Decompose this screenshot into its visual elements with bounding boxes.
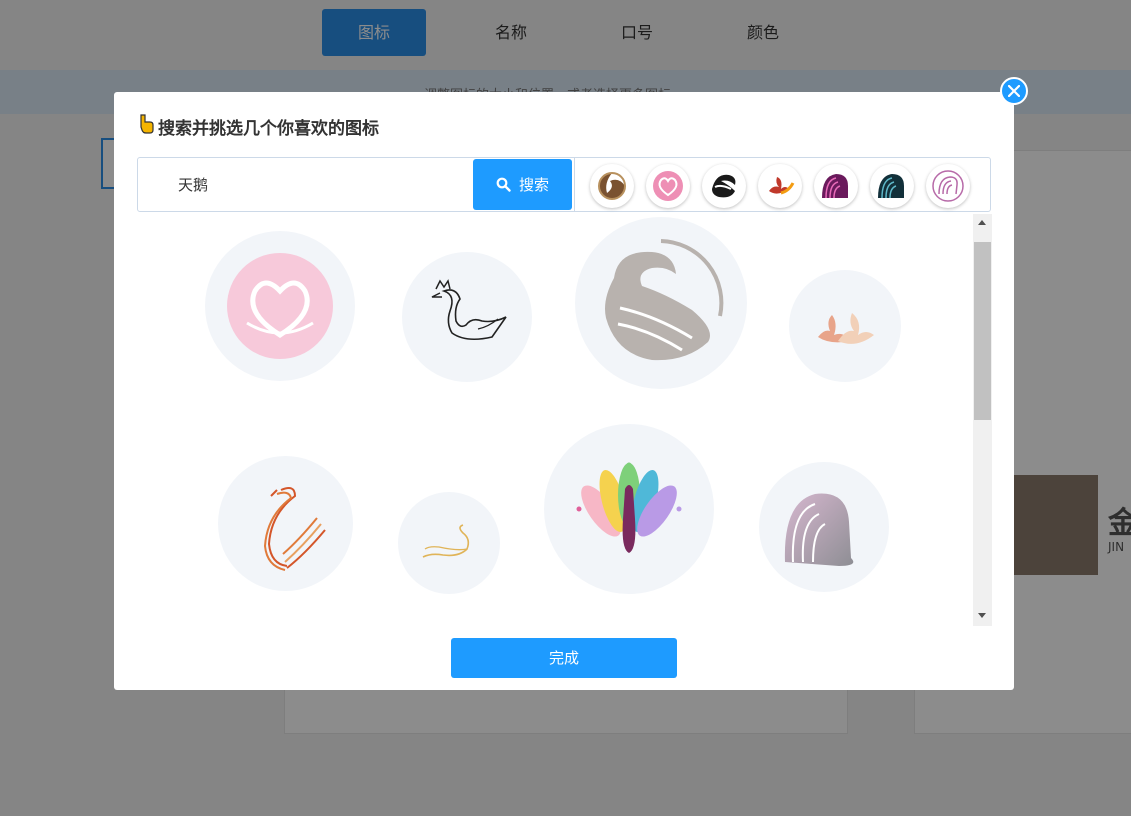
swan-brown-icon[interactable] <box>590 164 634 208</box>
swan-gold-line-icon <box>422 524 470 558</box>
swan-red-orange-icon[interactable] <box>758 164 802 208</box>
search-button-label: 搜索 <box>518 176 549 194</box>
result-item[interactable] <box>402 252 532 382</box>
swan-line-pink-icon[interactable] <box>926 164 970 208</box>
search-results <box>137 214 973 626</box>
swan-dark-teal-icon[interactable] <box>870 164 914 208</box>
result-item[interactable] <box>575 217 747 389</box>
swan-outline-crown-icon <box>431 279 507 341</box>
swan-gradient-gray-icon <box>784 493 854 566</box>
search-icon <box>496 177 511 192</box>
scroll-up-arrow-icon[interactable] <box>978 220 986 225</box>
result-item[interactable] <box>398 492 500 594</box>
close-icon[interactable] <box>1000 77 1028 105</box>
swan-pink-heart-icon <box>227 253 333 359</box>
swan-orange-lines-icon <box>263 486 326 571</box>
swan-black-icon[interactable] <box>702 164 746 208</box>
search-input[interactable] <box>138 158 473 211</box>
selected-icons <box>590 164 970 208</box>
divider <box>574 158 575 211</box>
icon-search-modal: 搜索并挑选几个你喜欢的图标 搜索 <box>114 92 1014 690</box>
modal-title-text: 搜索并挑选几个你喜欢的图标 <box>158 119 379 139</box>
result-item[interactable] <box>205 231 355 381</box>
pointing-hand-icon <box>138 114 154 139</box>
peacock-color-icon <box>576 462 682 553</box>
result-item[interactable] <box>759 462 889 592</box>
swan-peach-pair-icon <box>818 313 874 344</box>
swan-pink-heart-icon[interactable] <box>646 164 690 208</box>
result-item[interactable] <box>218 456 353 591</box>
done-button[interactable]: 完成 <box>451 638 677 678</box>
result-item[interactable] <box>544 424 714 594</box>
search-button[interactable]: 搜索 <box>473 159 572 210</box>
swan-gray-circle-icon <box>605 239 724 361</box>
search-bar: 搜索 <box>137 157 991 212</box>
scroll-down-arrow-icon[interactable] <box>978 613 986 618</box>
result-item[interactable] <box>789 270 901 382</box>
modal-title: 搜索并挑选几个你喜欢的图标 <box>138 114 379 139</box>
swan-purple-icon[interactable] <box>814 164 858 208</box>
results-scrollbar[interactable] <box>973 214 992 626</box>
scroll-thumb[interactable] <box>974 242 991 420</box>
